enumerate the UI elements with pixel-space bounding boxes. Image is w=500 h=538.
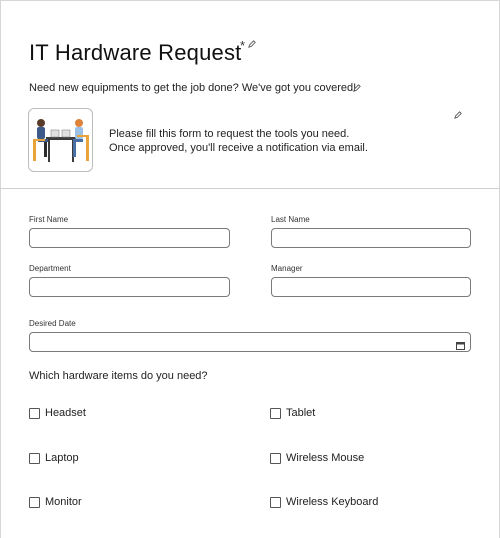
pencil-icon[interactable] bbox=[248, 39, 256, 51]
pencil-icon[interactable] bbox=[353, 83, 361, 95]
checkbox-label: Wireless Keyboard bbox=[286, 496, 379, 508]
checkbox-label: Monitor bbox=[45, 496, 82, 508]
last-name-label: Last Name bbox=[271, 215, 310, 224]
pencil-icon[interactable] bbox=[454, 110, 462, 122]
checkbox-box[interactable] bbox=[270, 452, 281, 464]
first-name-field[interactable] bbox=[29, 228, 230, 248]
form-description: Need new equipments to get the job done?… bbox=[29, 82, 357, 94]
form-notice: Please fill this form to request the too… bbox=[109, 127, 368, 155]
checkbox-wireless-keyboard[interactable]: Wireless Keyboard bbox=[270, 496, 378, 508]
section-divider bbox=[1, 188, 499, 189]
manager-label: Manager bbox=[271, 264, 303, 273]
notice-line-2: Once approved, you'll receive a notifica… bbox=[109, 142, 368, 154]
people-at-desk-illustration bbox=[28, 108, 93, 172]
checkbox-label: Laptop bbox=[45, 452, 79, 464]
checkbox-laptop[interactable]: Laptop bbox=[29, 452, 79, 464]
department-field[interactable] bbox=[29, 277, 230, 297]
checkbox-tablet[interactable]: Tablet bbox=[270, 407, 315, 419]
checkbox-headset[interactable]: Headset bbox=[29, 407, 86, 419]
checkbox-label: Headset bbox=[45, 407, 86, 419]
checkbox-monitor[interactable]: Monitor bbox=[29, 496, 82, 508]
department-label: Department bbox=[29, 264, 71, 273]
notice-line-1: Please fill this form to request the too… bbox=[109, 128, 350, 140]
checkbox-box[interactable] bbox=[29, 452, 40, 464]
form-title: IT Hardware Request bbox=[29, 40, 242, 65]
manager-field[interactable] bbox=[271, 277, 471, 297]
required-marker: * bbox=[240, 38, 246, 53]
checkbox-box[interactable] bbox=[270, 496, 281, 508]
checkbox-box[interactable] bbox=[270, 407, 281, 419]
checkbox-box[interactable] bbox=[29, 496, 40, 508]
checkbox-label: Tablet bbox=[286, 407, 316, 419]
desired-date-field[interactable] bbox=[29, 332, 471, 352]
desired-date-label: Desired Date bbox=[29, 319, 76, 328]
checkbox-box[interactable] bbox=[29, 407, 40, 419]
checkbox-wireless-mouse[interactable]: Wireless Mouse bbox=[270, 452, 364, 464]
hardware-question: Which hardware items do you need? bbox=[29, 370, 208, 382]
checkbox-label: Wireless Mouse bbox=[286, 452, 365, 464]
first-name-label: First Name bbox=[29, 215, 69, 224]
calendar-icon[interactable] bbox=[456, 337, 465, 350]
last-name-field[interactable] bbox=[271, 228, 471, 248]
